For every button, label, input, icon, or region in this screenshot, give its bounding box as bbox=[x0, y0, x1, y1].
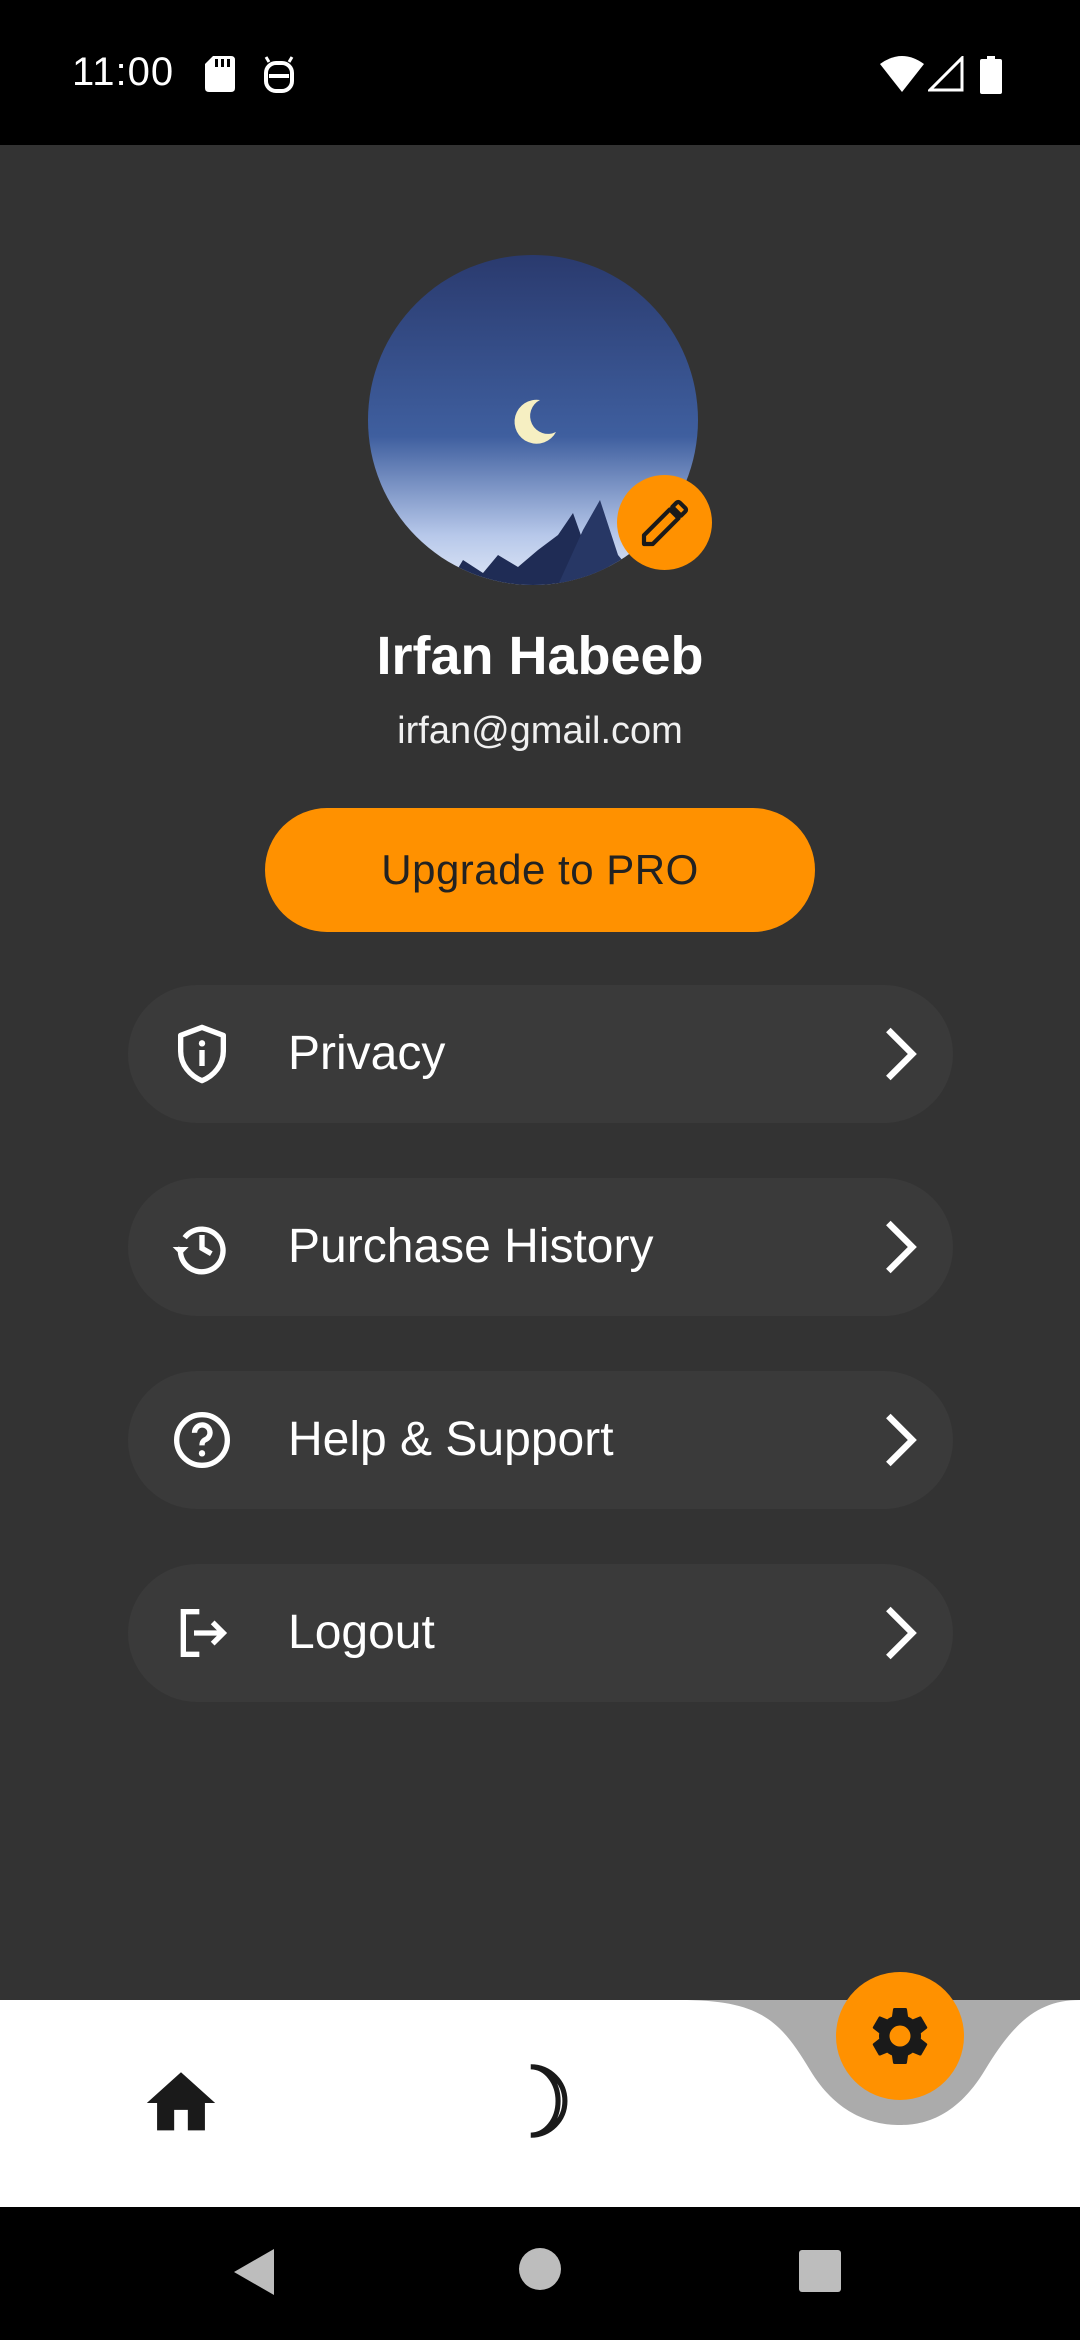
pencil-icon bbox=[641, 499, 688, 546]
chevron-right-icon bbox=[886, 1413, 917, 1467]
shield-info-icon bbox=[178, 1024, 226, 1084]
nav-settings-button[interactable] bbox=[836, 1972, 964, 2100]
status-time: 11:00 bbox=[72, 50, 175, 94]
recents-square-icon[interactable] bbox=[798, 2249, 842, 2293]
system-navigation-bar bbox=[0, 2207, 1080, 2340]
back-icon[interactable] bbox=[232, 2247, 276, 2297]
menu-item-label: Purchase History bbox=[288, 1220, 654, 1273]
sd-card-icon bbox=[205, 56, 235, 92]
menu-item-purchase-history[interactable]: Purchase History bbox=[128, 1178, 953, 1316]
gear-icon bbox=[872, 2007, 928, 2064]
chevron-right-icon bbox=[886, 1606, 917, 1660]
chevron-right-icon bbox=[886, 1220, 917, 1274]
menu-item-privacy[interactable]: Privacy bbox=[128, 985, 953, 1123]
profile-email: irfan@gmail.com bbox=[397, 710, 683, 752]
help-circle-icon bbox=[174, 1412, 230, 1468]
history-icon bbox=[172, 1226, 226, 1275]
edit-profile-button[interactable] bbox=[617, 475, 712, 570]
menu-item-help-support[interactable]: Help & Support bbox=[128, 1371, 953, 1509]
profile-screen: Irfan Habeeb irfan@gmail.com Upgrade to … bbox=[0, 145, 1080, 2000]
status-bar: 11:00 bbox=[0, 0, 1080, 145]
home-circle-icon[interactable] bbox=[518, 2247, 562, 2291]
chevron-right-icon bbox=[886, 1027, 917, 1081]
menu-item-label: Logout bbox=[288, 1606, 435, 1659]
menu-item-logout[interactable]: Logout bbox=[128, 1564, 953, 1702]
home-icon[interactable] bbox=[140, 2062, 222, 2144]
menu-item-label: Help & Support bbox=[288, 1413, 614, 1466]
signal-icon bbox=[928, 56, 964, 92]
battery-icon bbox=[980, 56, 1002, 94]
wifi-icon bbox=[880, 56, 924, 92]
profile-name: Irfan Habeeb bbox=[376, 626, 704, 686]
logout-icon bbox=[180, 1609, 228, 1657]
upgrade-to-pro-button[interactable]: Upgrade to PRO bbox=[265, 808, 815, 932]
moon-icon[interactable] bbox=[500, 2060, 582, 2142]
android-debug-icon bbox=[264, 56, 294, 93]
menu-item-label: Privacy bbox=[288, 1027, 446, 1080]
